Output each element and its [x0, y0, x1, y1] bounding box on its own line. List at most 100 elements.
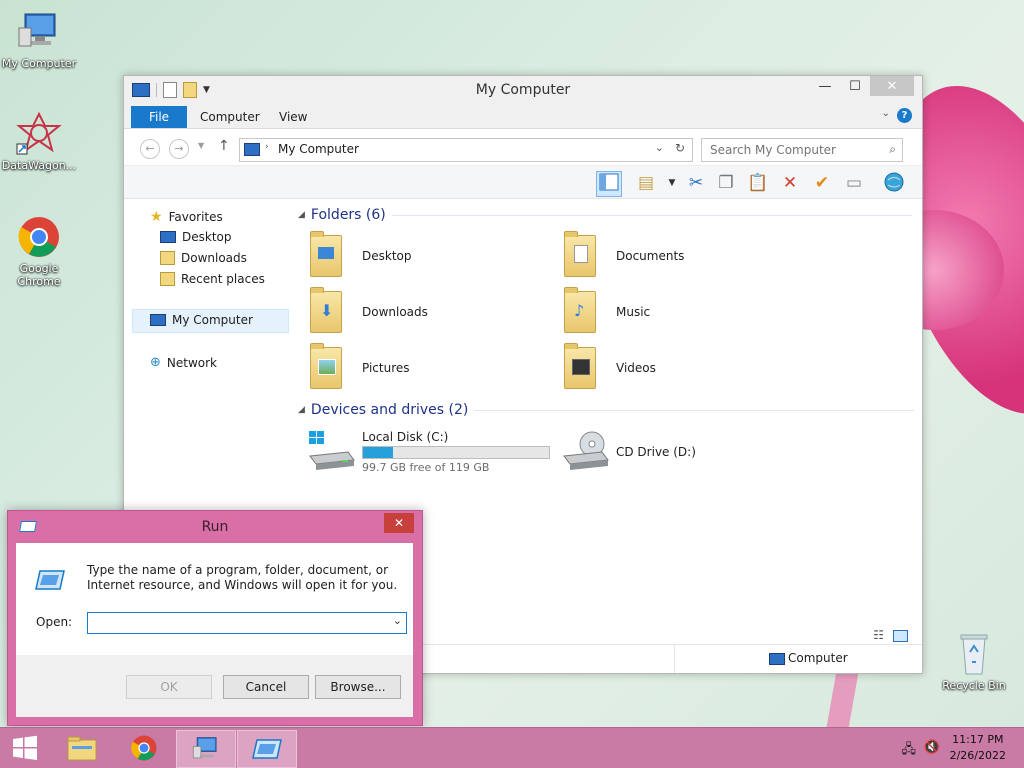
folder-pictures[interactable]: Pictures [296, 343, 496, 393]
refresh-icon[interactable]: ↻ [675, 141, 685, 155]
desktop-icon [160, 231, 176, 243]
drive-label: CD Drive (D:) [616, 445, 696, 459]
documents-folder-icon [574, 245, 588, 263]
explorer-titlebar[interactable]: ▼ My Computer — ☐ ✕ [124, 76, 922, 104]
folder-documents[interactable]: Documents [550, 231, 750, 281]
address-row: ← → ▼ ↑ › My Computer ⌄ ↻ ⌕ [124, 129, 922, 166]
tab-view[interactable]: View [267, 106, 319, 128]
run-open-input[interactable] [92, 613, 386, 633]
address-bar[interactable]: › My Computer ⌄ ↻ [239, 138, 693, 162]
folder-downloads[interactable]: ⬇ Downloads [296, 287, 496, 337]
run-dialog[interactable]: Run ✕ Type the name of a program, folder… [7, 510, 423, 726]
minimize-button[interactable]: — [810, 76, 840, 96]
delete-icon[interactable]: ✕ [778, 171, 802, 195]
up-button[interactable]: ↑ [218, 138, 230, 154]
tab-computer[interactable]: Computer [188, 106, 272, 128]
drive-usage-bar [362, 446, 550, 459]
taskbar-chrome[interactable] [115, 730, 173, 766]
hard-drive-icon [308, 430, 355, 476]
devices-group-header[interactable]: ◢ Devices and drives (2) [298, 402, 915, 418]
folder-desktop[interactable]: Desktop [296, 231, 496, 281]
ribbon-expand-chevron-icon[interactable]: ⌄ [882, 108, 890, 119]
star-icon: ★ [150, 209, 163, 225]
preview-pane-icon[interactable] [596, 171, 622, 197]
window-title: My Computer [475, 82, 571, 98]
taskbar-run[interactable] [237, 730, 297, 768]
devices-header-label: Devices and drives (2) [310, 402, 469, 418]
desktop-icon-label: My Computer [1, 57, 77, 70]
copy-icon[interactable]: ❐ [714, 171, 738, 195]
search-box[interactable]: ⌕ [701, 138, 903, 162]
taskbar-file-explorer[interactable] [53, 730, 111, 766]
computer-small-icon [769, 653, 785, 665]
large-icons-view-icon[interactable] [893, 630, 908, 642]
collapse-triangle-icon[interactable]: ◢ [298, 405, 305, 415]
run-close-button[interactable]: ✕ [384, 513, 414, 533]
nav-downloads[interactable]: Downloads [160, 251, 247, 265]
paste-icon[interactable]: 📋 [746, 171, 770, 195]
details-view-icon[interactable]: ☷ [873, 628, 884, 642]
desktop-icon-my-computer[interactable]: My Computer [1, 10, 77, 70]
nav-network-label: Network [166, 355, 218, 370]
folders-header-label: Folders (6) [310, 207, 386, 223]
run-open-label: Open: [36, 615, 73, 629]
computer-small-icon [244, 143, 260, 156]
network-globe-icon[interactable] [882, 171, 906, 195]
computer-icon [15, 10, 63, 54]
desktop-icon-recycle-bin[interactable]: Recycle Bin [936, 632, 1012, 692]
desktop-icon-datawagon[interactable]: DataWagon... [1, 111, 77, 172]
rename-icon[interactable]: ▭ [842, 171, 866, 195]
command-toolbar: ▤ ▼ ✂ ❐ 📋 ✕ ✔ ▭ [124, 166, 922, 199]
breadcrumb-chevron-icon[interactable]: › [265, 142, 269, 152]
computer-icon [192, 737, 217, 759]
volume-muted-icon[interactable]: 🔇 [924, 740, 940, 755]
run-titlebar[interactable]: Run ✕ [8, 511, 422, 541]
network-tray-icon[interactable]: 🖧 [902, 740, 917, 762]
recent-locations-chevron-icon[interactable]: ▼ [198, 141, 204, 150]
run-program-icon [34, 569, 65, 590]
status-computer-label: Computer [788, 651, 848, 665]
desktop-folder-icon [318, 247, 334, 259]
folder-music[interactable]: ♪ Music [550, 287, 750, 337]
desktop-icon-google-chrome[interactable]: Google Chrome [1, 215, 77, 288]
run-open-combobox[interactable]: ⌄ [87, 612, 407, 634]
layout-chevron-down-icon[interactable]: ▼ [660, 171, 684, 195]
search-input[interactable] [708, 142, 882, 158]
back-button[interactable]: ← [140, 139, 160, 159]
nav-my-computer[interactable]: My Computer [150, 313, 253, 327]
pictures-folder-icon [318, 359, 336, 375]
close-button[interactable]: ✕ [870, 76, 914, 96]
nav-desktop-label: Desktop [182, 230, 232, 244]
run-body: Type the name of a program, folder, docu… [16, 543, 413, 655]
search-icon[interactable]: ⌕ [889, 142, 896, 157]
help-icon[interactable]: ? [897, 108, 912, 123]
cancel-button[interactable]: Cancel [223, 675, 309, 699]
folder-videos[interactable]: Videos [550, 343, 750, 393]
clock-date: 2/26/2022 [949, 749, 1006, 762]
tab-file[interactable]: File [131, 106, 187, 128]
clock[interactable]: 11:17 PM 2/26/2022 [950, 732, 1006, 764]
ok-button[interactable]: OK [126, 675, 212, 699]
check-icon[interactable]: ✔ [810, 171, 834, 195]
folders-group-header[interactable]: ◢ Folders (6) [298, 207, 912, 223]
properties-folder-icon[interactable]: ▤ [634, 171, 658, 195]
forward-button[interactable]: → [169, 139, 189, 159]
maximize-button[interactable]: ☐ [840, 76, 870, 96]
breadcrumb-my-computer[interactable]: My Computer [278, 142, 359, 156]
nav-desktop[interactable]: Desktop [160, 230, 232, 244]
collapse-triangle-icon[interactable]: ◢ [298, 210, 305, 220]
start-button[interactable] [0, 730, 50, 766]
status-divider [674, 645, 675, 673]
run-title: Run [201, 519, 229, 535]
drive-label: Local Disk (C:) [362, 430, 449, 444]
nav-network[interactable]: ⊕ Network [150, 355, 217, 370]
nav-favorites[interactable]: ★ Favorites [150, 209, 223, 225]
address-dropdown-chevron-icon[interactable]: ⌄ [655, 141, 664, 154]
drive-cd-d[interactable]: CD Drive (D:) [550, 426, 750, 476]
cut-icon[interactable]: ✂ [684, 171, 708, 195]
nav-recent-places[interactable]: Recent places [160, 272, 265, 286]
browse-button[interactable]: Browse... [315, 675, 401, 699]
run-dropdown-chevron-icon[interactable]: ⌄ [393, 614, 402, 627]
taskbar-my-computer[interactable] [176, 730, 236, 768]
drive-local-disk-c[interactable]: Local Disk (C:) 99.7 GB free of 119 GB [296, 426, 550, 476]
